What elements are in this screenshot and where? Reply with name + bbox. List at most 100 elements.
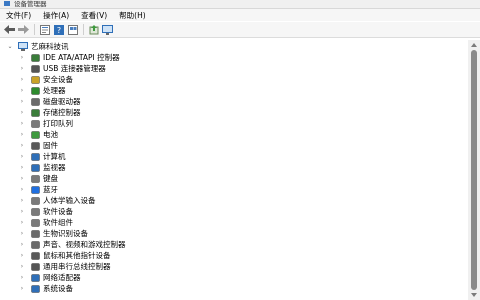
expand-chevron-icon[interactable]: › <box>18 219 26 226</box>
expand-chevron-icon[interactable]: › <box>18 263 26 270</box>
storage-controller-icon <box>30 108 40 117</box>
back-button[interactable] <box>3 23 16 36</box>
expand-chevron-icon[interactable]: › <box>18 252 26 259</box>
tree-item[interactable]: › 键盘 <box>18 173 58 184</box>
usb-icon <box>30 64 40 73</box>
tree-item[interactable]: › 软件组件 <box>18 217 73 228</box>
expand-chevron-icon[interactable]: › <box>18 197 26 204</box>
window-title: 设备管理器 <box>14 0 47 8</box>
tree-item[interactable]: › 通用串行总线控制器 <box>18 261 111 272</box>
tree-item[interactable]: › 监视器 <box>18 162 66 173</box>
expand-chevron-icon[interactable]: › <box>18 208 26 215</box>
tree-item-label: IDE ATA/ATAPI 控制器 <box>43 53 120 62</box>
tree-item[interactable]: › 系统设备 <box>18 283 73 294</box>
device-tree[interactable]: ⌄ 艺麻科技讯 › IDE ATA/ATAPI 控制器 › USB 连接器管理器 › 安全… <box>0 40 468 300</box>
tree-item[interactable]: › 处理器 <box>18 85 66 96</box>
tree-item-label: 打印队列 <box>43 119 73 128</box>
tree-item[interactable]: › 打印队列 <box>18 118 73 129</box>
keyboard-icon <box>30 174 40 183</box>
tree-root[interactable]: ⌄ 艺麻科技讯 <box>6 41 69 52</box>
tree-item-label: 鼠标和其他指针设备 <box>43 251 111 260</box>
menu-view[interactable]: 查看(V) <box>75 10 113 21</box>
tree-item[interactable]: › 软件设备 <box>18 206 73 217</box>
menu-help[interactable]: 帮助(H) <box>113 10 152 21</box>
tree-item[interactable]: › 声音、视频和游戏控制器 <box>18 239 126 250</box>
tree-item-label: 存储控制器 <box>43 108 81 117</box>
tree-item-label: 声音、视频和游戏控制器 <box>43 240 126 249</box>
tree-item[interactable]: › 存储控制器 <box>18 107 81 118</box>
battery-icon <box>30 130 40 139</box>
tree-item[interactable]: › 电池 <box>18 129 58 140</box>
scroll-up-arrow-icon[interactable] <box>471 43 477 47</box>
computer-root-icon <box>18 42 28 51</box>
expand-chevron-icon[interactable]: › <box>18 142 26 149</box>
tree-item[interactable]: › IDE ATA/ATAPI 控制器 <box>18 52 120 63</box>
tree-item-label: 安全设备 <box>43 75 73 84</box>
expand-chevron-icon[interactable]: › <box>18 153 26 160</box>
hid-icon <box>30 196 40 205</box>
expand-chevron-icon[interactable]: › <box>18 241 26 248</box>
expand-chevron-icon[interactable]: › <box>18 54 26 61</box>
expand-chevron-icon[interactable]: › <box>18 230 26 237</box>
expand-chevron-icon[interactable]: › <box>18 76 26 83</box>
bluetooth-icon <box>30 185 40 194</box>
tree-item-label: 处理器 <box>43 86 66 95</box>
help-icon: ? <box>53 24 64 35</box>
expand-chevron-icon[interactable]: › <box>18 87 26 94</box>
scan-hardware-button[interactable] <box>101 23 114 36</box>
toolbar-separator <box>83 24 84 35</box>
scrollbar-thumb[interactable] <box>471 50 477 290</box>
expand-chevron-icon[interactable]: › <box>18 98 26 105</box>
tree-item[interactable]: › 生物识别设备 <box>18 228 88 239</box>
menu-file[interactable]: 文件(F) <box>0 10 37 21</box>
disk-drive-icon <box>30 97 40 106</box>
tree-item[interactable]: › USB 连接器管理器 <box>18 63 106 74</box>
expand-chevron-icon[interactable]: › <box>18 131 26 138</box>
tree-item-label: 监视器 <box>43 163 66 172</box>
expand-chevron-icon[interactable]: › <box>18 274 26 281</box>
tree-item[interactable]: › 蓝牙 <box>18 184 58 195</box>
tree-item[interactable]: › 人体学输入设备 <box>18 195 96 206</box>
update-driver-button[interactable] <box>87 23 100 36</box>
help-button[interactable]: ? <box>52 23 65 36</box>
properties-button[interactable] <box>38 23 51 36</box>
view-icon <box>67 24 78 35</box>
expand-chevron-icon[interactable]: › <box>18 186 26 193</box>
expand-chevron-icon[interactable]: › <box>18 175 26 182</box>
forward-button[interactable] <box>17 23 30 36</box>
vertical-scrollbar[interactable] <box>468 40 480 300</box>
tree-item[interactable]: › 鼠标和其他指针设备 <box>18 250 111 261</box>
menu-action[interactable]: 操作(A) <box>37 10 75 21</box>
title-bar: 设备管理器 <box>0 0 480 9</box>
expand-chevron-icon[interactable]: › <box>18 65 26 72</box>
firmware-icon <box>30 141 40 150</box>
sound-icon <box>30 240 40 249</box>
tree-item[interactable]: › 磁盘驱动器 <box>18 96 81 107</box>
collapse-chevron-icon[interactable]: ⌄ <box>6 43 14 50</box>
printer-icon <box>30 119 40 128</box>
tree-item-label: 通用串行总线控制器 <box>43 262 111 271</box>
tree-item[interactable]: › 计算机 <box>18 151 66 162</box>
tree-item-label: 固件 <box>43 141 58 150</box>
expand-chevron-icon[interactable]: › <box>18 285 26 292</box>
system-device-icon <box>30 284 40 293</box>
expand-chevron-icon[interactable]: › <box>18 109 26 116</box>
tree-item-label: 软件组件 <box>43 218 73 227</box>
tree-item-label: 人体学输入设备 <box>43 196 96 205</box>
menu-bar: 文件(F) 操作(A) 查看(V) 帮助(H) <box>0 9 480 21</box>
properties-icon <box>39 24 50 35</box>
expand-chevron-icon[interactable]: › <box>18 120 26 127</box>
app-icon <box>4 1 10 6</box>
software-device-icon <box>30 207 40 216</box>
tree-item[interactable]: › 网络适配器 <box>18 272 81 283</box>
ide-controller-icon <box>30 53 40 62</box>
tree-item[interactable]: › 固件 <box>18 140 58 151</box>
tree-item-label: 磁盘驱动器 <box>43 97 81 106</box>
tree-item-label: USB 连接器管理器 <box>43 64 106 73</box>
tree-item[interactable]: › 安全设备 <box>18 74 73 85</box>
scroll-down-arrow-icon[interactable] <box>471 293 477 297</box>
tree-item-label: 系统设备 <box>43 284 73 293</box>
security-device-icon <box>30 75 40 84</box>
view-button[interactable] <box>66 23 79 36</box>
expand-chevron-icon[interactable]: › <box>18 164 26 171</box>
